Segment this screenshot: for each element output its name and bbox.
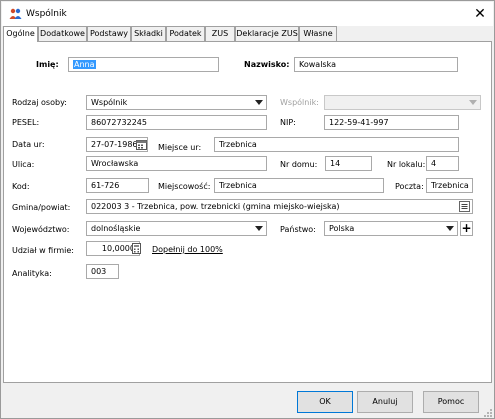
nr-domu-field[interactable]: 14 [325, 156, 372, 171]
data-ur-label: Data ur: [12, 140, 45, 149]
close-icon: ✕ [474, 6, 486, 22]
wojewodztwo-select[interactable]: dolnośląskie [86, 221, 267, 236]
panstwo-select[interactable]: Polska [324, 221, 458, 236]
nip-label: NIP: [280, 118, 296, 127]
help-button[interactable]: Pomoc [423, 391, 479, 413]
tab-wlasne[interactable]: Własne [299, 26, 337, 41]
button-bar [2, 384, 493, 418]
dialog-window: Wspólnik ✕ Ogólne Dodatkowe Podstawy Skł… [0, 0, 495, 419]
wspolnik-label: Wspólnik: [280, 98, 319, 107]
ulica-field[interactable]: Wrocławska [86, 156, 267, 171]
tab-dodatkowe[interactable]: Dodatkowe [38, 26, 87, 41]
title-bar[interactable]: Wspólnik ✕ [2, 2, 493, 26]
miejsce-ur-label: Miejsce ur: [158, 143, 202, 152]
calendar-icon[interactable] [136, 139, 147, 150]
calculator-icon[interactable] [131, 243, 142, 254]
tab-skladki[interactable]: Składki [131, 26, 166, 41]
miejscowosc-label: Miejscowość: [158, 182, 211, 191]
kod-field[interactable]: 61-726 [86, 178, 149, 193]
rodzaj-osoby-select[interactable]: Wspólnik [86, 95, 267, 110]
ulica-label: Ulica: [12, 160, 35, 169]
add-country-button[interactable]: + [460, 221, 473, 236]
nazwisko-label: Nazwisko: [244, 60, 290, 69]
nazwisko-field[interactable]: Kowalska [294, 57, 458, 72]
poczta-field[interactable]: Trzebnica [426, 178, 473, 193]
nr-lokalu-label: Nr lokalu: [387, 160, 426, 169]
resize-grip-icon[interactable] [483, 408, 493, 418]
tab-podatek[interactable]: Podatek [166, 26, 205, 41]
nr-lokalu-field[interactable]: 4 [426, 156, 459, 171]
tab-podstawy[interactable]: Podstawy [87, 26, 131, 41]
list-icon[interactable] [459, 201, 470, 212]
pesel-field[interactable]: 86072732245 [86, 115, 267, 130]
imie-field[interactable]: Anna [68, 57, 219, 72]
pesel-label: PESEL: [12, 118, 40, 127]
rodzaj-osoby-label: Rodzaj osoby: [12, 98, 67, 107]
tab-panel: Imię: Anna Nazwisko: Kowalska Rodzaj oso… [3, 41, 492, 383]
chevron-down-icon [469, 100, 477, 105]
people-icon [9, 8, 22, 19]
udzial-label: Udział w firmie: [12, 246, 74, 255]
wspolnik-select [324, 95, 481, 110]
analityka-field[interactable]: 003 [86, 264, 119, 279]
poczta-label: Poczta: [395, 182, 424, 191]
chevron-down-icon [446, 226, 454, 231]
ok-button[interactable]: OK [297, 391, 353, 413]
panstwo-label: Państwo: [280, 225, 316, 234]
wojewodztwo-label: Województwo: [12, 225, 70, 234]
imie-label: Imię: [36, 60, 59, 69]
miejscowosc-field[interactable]: Trzebnica [214, 178, 384, 193]
analityka-label: Analityka: [12, 269, 52, 278]
tab-zus[interactable]: ZUS [205, 26, 235, 41]
kod-label: Kod: [12, 182, 30, 191]
cancel-button[interactable]: Anuluj [357, 391, 413, 413]
close-button[interactable]: ✕ [471, 5, 489, 23]
tab-ogolne[interactable]: Ogólne [3, 26, 38, 42]
miejsce-ur-field[interactable]: Trzebnica [214, 137, 459, 152]
tab-deklaracje-zus[interactable]: Deklaracje ZUS [235, 26, 299, 41]
chevron-down-icon [255, 226, 263, 231]
chevron-down-icon [255, 100, 263, 105]
nip-field[interactable]: 122-59-41-997 [324, 115, 459, 130]
gmina-label: Gmina/powiat: [12, 203, 71, 212]
window-title: Wspólnik [26, 9, 67, 19]
dopelnij-link[interactable]: Dopełnij do 100% [152, 244, 223, 256]
nr-domu-label: Nr domu: [280, 160, 318, 169]
gmina-field[interactable]: 022003 3 - Trzebnica, pow. trzebnicki (g… [86, 199, 473, 214]
